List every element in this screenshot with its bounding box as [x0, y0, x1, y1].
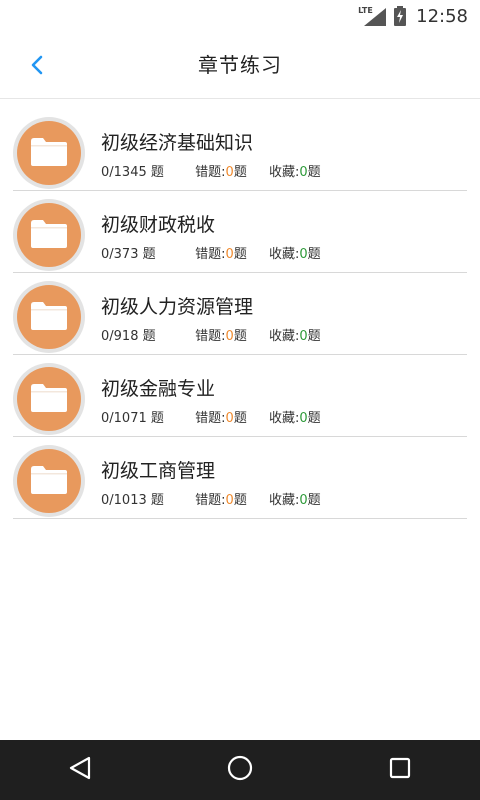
system-nav-bar	[0, 740, 480, 800]
question-progress: 0/1013 题	[101, 493, 164, 508]
favorite-count: 收藏:0题	[268, 411, 321, 426]
folder-icon	[29, 299, 69, 335]
favorite-count: 收藏:0题	[268, 329, 321, 344]
folder-icon	[29, 135, 69, 171]
chapter-item[interactable]: 初级经济基础知识 0/1345 题 错题:0题 收藏:0题	[13, 110, 467, 191]
question-progress: 0/1071 题	[101, 411, 164, 426]
chapter-item[interactable]: 初级财政税收 0/373 题 错题:0题 收藏:0题	[13, 192, 467, 273]
nav-recents-button[interactable]	[370, 740, 430, 800]
chapter-title: 初级金融专业	[101, 378, 216, 400]
status-icons: LTE 12:58	[358, 0, 468, 32]
wrong-count: 错题:0题	[195, 247, 247, 262]
wrong-count: 错题:0题	[195, 165, 247, 180]
chapter-title: 初级经济基础知识	[101, 132, 254, 154]
question-progress: 0/918 题	[101, 329, 156, 344]
avatar	[13, 199, 85, 271]
question-progress: 0/1345 题	[101, 165, 164, 180]
chapter-meta: 0/918 题 错题:0题 收藏:0题	[101, 325, 321, 344]
app-header: 章节练习	[0, 32, 480, 99]
favorite-count: 收藏:0题	[268, 247, 321, 262]
square-recents-icon	[387, 755, 413, 785]
question-progress: 0/373 题	[101, 247, 156, 262]
avatar	[13, 117, 85, 189]
favorite-count: 收藏:0题	[268, 165, 321, 180]
nav-home-button[interactable]	[210, 740, 270, 800]
chapter-title: 初级工商管理	[101, 460, 216, 482]
folder-icon	[29, 381, 69, 417]
chapter-item[interactable]: 初级金融专业 0/1071 题 错题:0题 收藏:0题	[13, 356, 467, 437]
circle-home-icon	[226, 754, 254, 786]
signal-icon	[364, 8, 387, 26]
wrong-count: 错题:0题	[195, 411, 247, 426]
chapter-title: 初级人力资源管理	[101, 296, 254, 318]
chapter-title: 初级财政税收	[101, 214, 216, 236]
chapter-meta: 0/1071 题 错题:0题 收藏:0题	[101, 407, 321, 426]
chapter-item[interactable]: 初级工商管理 0/1013 题 错题:0题 收藏:0题	[13, 438, 467, 519]
battery-charging-icon	[394, 6, 407, 26]
avatar	[13, 445, 85, 517]
chapter-meta: 0/1345 题 错题:0题 收藏:0题	[101, 161, 321, 180]
chapter-item[interactable]: 初级人力资源管理 0/918 题 错题:0题 收藏:0题	[13, 274, 467, 355]
folder-icon	[29, 217, 69, 253]
status-time: 12:58	[416, 5, 468, 27]
wrong-count: 错题:0题	[195, 329, 247, 344]
status-bar: LTE 12:58	[0, 0, 480, 32]
page-title: 章节练习	[198, 53, 282, 77]
chapter-list: 初级经济基础知识 0/1345 题 错题:0题 收藏:0题 初级财政税收 0/3…	[0, 110, 480, 519]
favorite-count: 收藏:0题	[268, 493, 321, 508]
folder-icon	[29, 463, 69, 499]
avatar	[13, 281, 85, 353]
signal-indicator: LTE	[358, 6, 387, 26]
chapter-meta: 0/373 题 错题:0题 收藏:0题	[101, 243, 321, 262]
triangle-back-icon	[67, 755, 93, 785]
nav-back-button[interactable]	[50, 740, 110, 800]
avatar	[13, 363, 85, 435]
wrong-count: 错题:0题	[195, 493, 247, 508]
chapter-meta: 0/1013 题 错题:0题 收藏:0题	[101, 489, 321, 508]
